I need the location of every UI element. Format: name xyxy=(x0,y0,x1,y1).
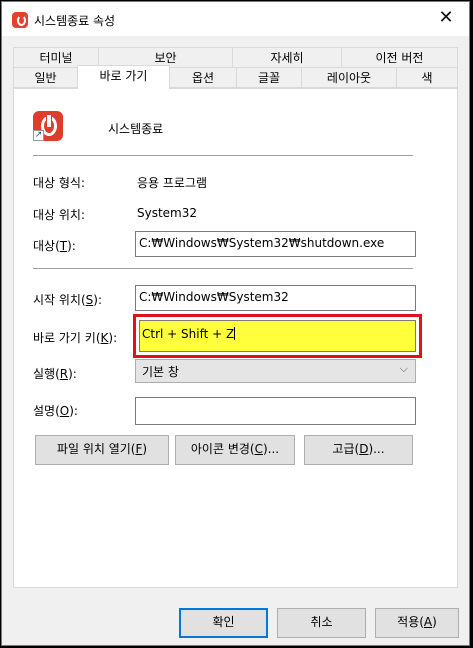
start-in-field[interactable]: C:₩Windows₩System32 xyxy=(135,285,416,311)
power-icon xyxy=(12,12,28,28)
apply-button[interactable]: 적용(A) xyxy=(375,608,459,638)
window-title: 시스템종료 속성 xyxy=(34,14,116,28)
shortcut-key-field[interactable]: Ctrl + Shift + Z xyxy=(139,320,416,352)
run-select-value: 기본 창 xyxy=(142,365,179,379)
run-label: 실행(R): xyxy=(33,367,77,381)
shortcut-arrow-icon: ↗ xyxy=(33,130,44,141)
target-field[interactable]: C:₩Windows₩System32₩shutdown.exe xyxy=(135,231,416,257)
shortcut-key-label: 바로 가기 키(K): xyxy=(33,331,118,345)
cancel-button[interactable]: 취소 xyxy=(277,608,366,638)
properties-window: 시스템종료 속성 ✕ 터미널 보안 자세히 이전 버전 일반 바로 가기 옵션 … xyxy=(1,1,470,646)
open-file-location-button[interactable]: 파일 위치 열기(F) xyxy=(35,435,169,465)
tab-details[interactable]: 자세히 xyxy=(232,47,342,68)
chevron-down-icon: ⌵ xyxy=(399,362,408,375)
tab-general[interactable]: 일반 xyxy=(13,67,78,88)
target-type-label: 대상 형식: xyxy=(33,176,86,190)
target-label: 대상(T): xyxy=(33,239,76,253)
start-in-label: 시작 위치(S): xyxy=(33,293,103,307)
shortcut-name: 시스템종료 xyxy=(108,122,164,136)
divider xyxy=(33,268,413,269)
change-icon-button[interactable]: 아이콘 변경(C)... xyxy=(175,435,295,465)
comment-label: 설명(O): xyxy=(33,404,78,418)
target-location-value: System32 xyxy=(137,206,198,220)
target-type-value: 응용 프로그램 xyxy=(137,176,208,190)
tab-layout[interactable]: 레이아웃 xyxy=(301,67,397,88)
shortcut-key-highlight: Ctrl + Shift + Z xyxy=(133,314,422,358)
close-icon[interactable]: ✕ xyxy=(423,2,469,36)
tab-previous-versions[interactable]: 이전 버전 xyxy=(341,47,458,68)
tab-font[interactable]: 글꼴 xyxy=(236,67,302,88)
run-select[interactable]: 기본 창 ⌵ xyxy=(135,359,416,383)
target-location-label: 대상 위치: xyxy=(33,208,86,222)
title-bar: 시스템종료 속성 ✕ xyxy=(2,2,469,36)
tab-shortcut[interactable]: 바로 가기 xyxy=(77,65,170,89)
advanced-button[interactable]: 고급(D)... xyxy=(304,435,413,465)
divider xyxy=(33,155,413,156)
shortcut-panel: ↗ 시스템종료 대상 형식: 응용 프로그램 대상 위치: System32 대… xyxy=(13,88,458,588)
tab-options[interactable]: 옵션 xyxy=(169,67,237,88)
tab-colors[interactable]: 색 xyxy=(396,67,458,88)
power-shortcut-icon: ↗ xyxy=(33,111,63,141)
comment-field[interactable] xyxy=(135,397,416,425)
ok-button[interactable]: 확인 xyxy=(179,608,268,638)
